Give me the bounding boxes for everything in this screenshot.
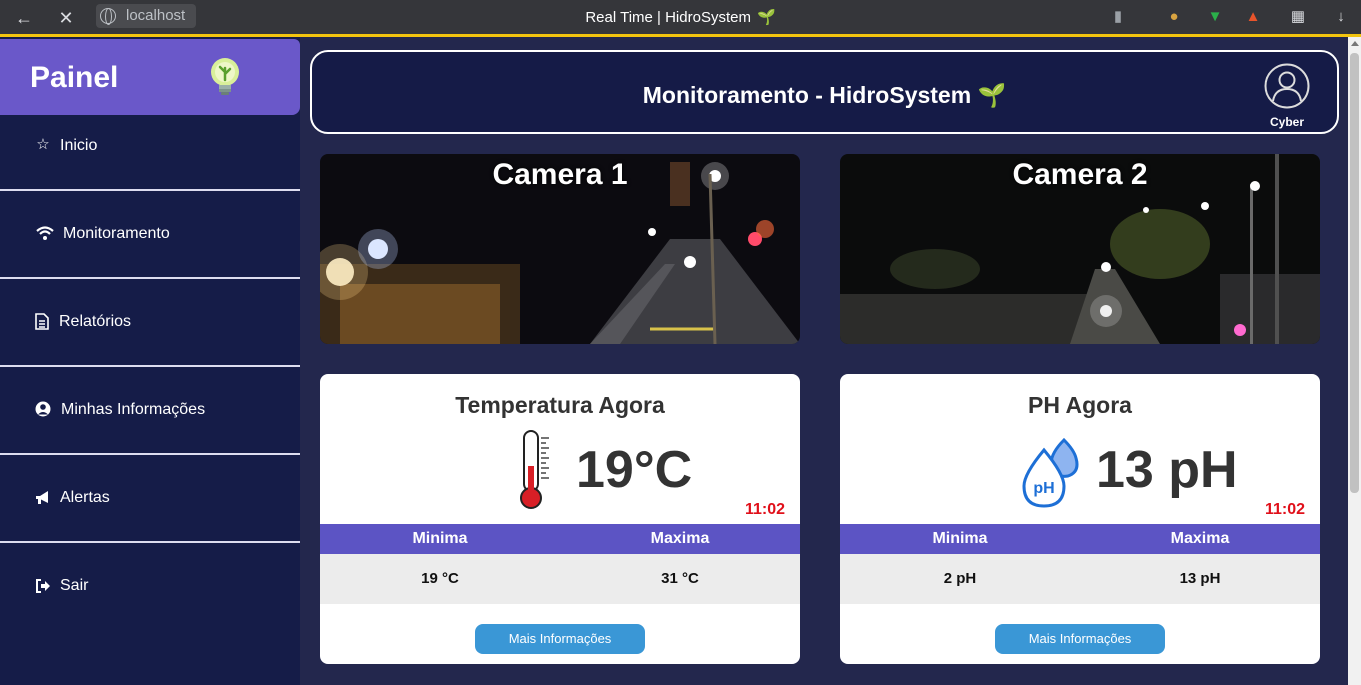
scrollbar[interactable] (1348, 37, 1361, 685)
seedling-icon: 🌱 (977, 82, 1007, 108)
sign-out-icon (36, 579, 50, 593)
camera-feed-1[interactable]: Camera 1 (320, 154, 800, 344)
scroll-thumb[interactable] (1350, 53, 1359, 493)
brand-title: Painel (30, 61, 119, 94)
max-value: 13 pH (1179, 570, 1221, 587)
sidebar-item-label: Minhas Informações (61, 401, 206, 418)
star-icon: ☆ (36, 136, 50, 153)
max-label: Maxima (1170, 530, 1230, 547)
page-header: Monitoramento - HidroSystem 🌱 Cyber (310, 50, 1339, 134)
camera-title: Camera 2 (1012, 158, 1148, 191)
extensions-icon[interactable]: ▦ (1287, 6, 1309, 28)
minmax-header: Minima Maxima (320, 524, 800, 554)
sidebar-item-sair[interactable]: Sair (0, 543, 300, 631)
temperature-card: Temperatura Agora 19°C 11:02 Minima Maxi… (320, 374, 800, 664)
sidebar-item-relatorios[interactable]: Relatórios (0, 279, 300, 367)
max-value: 31 °C (661, 570, 699, 587)
ph-card: PH Agora pH 13 pH 11:02 Minima Maxima 2 … (840, 374, 1320, 664)
minmax-values: 2 pH 13 pH (840, 554, 1320, 604)
card-title: PH Agora (1028, 392, 1132, 418)
user-name: Cyber (1269, 115, 1304, 129)
megaphone-icon (36, 491, 48, 504)
sidebar-item-label: Relatórios (59, 313, 132, 330)
page-title: Monitoramento - HidroSystem 🌱 (312, 82, 1337, 109)
reading-time: 11:02 (1264, 501, 1305, 518)
max-label: Maxima (650, 530, 710, 547)
scroll-up-arrow-icon[interactable] (1351, 41, 1359, 46)
shield-extension-icon[interactable]: ▼ (1204, 6, 1226, 28)
browser-toolbar: ← ✕ localhost Real Time | HidroSystem 🌱 ▮… (0, 0, 1361, 36)
tab-title-text: Real Time | HidroSystem (585, 9, 751, 26)
min-label: Minima (932, 530, 988, 547)
ph-reading: 13 pH (1096, 441, 1238, 499)
min-value: 19 °C (421, 570, 459, 587)
document-icon (35, 313, 49, 330)
more-info-button[interactable]: Mais Informações (475, 624, 645, 654)
temperature-reading: 19°C (576, 441, 693, 499)
thermometer-icon (520, 430, 549, 509)
sidebar-item-label: Inicio (60, 137, 98, 154)
min-label: Minima (412, 530, 468, 547)
sidebar-item-monitoramento[interactable]: Monitoramento (0, 191, 300, 279)
reading-time: 11:02 (744, 501, 785, 518)
ph-drop-icon: pH (1022, 438, 1079, 508)
min-value: 2 pH (943, 570, 977, 587)
sidebar: Painel ☆ Inicio Monitoramento Relatórios (0, 37, 300, 685)
wifi-icon (36, 226, 54, 240)
lighthouse-extension-icon[interactable]: ▲ (1242, 6, 1264, 28)
minmax-header: Minima Maxima (840, 524, 1320, 554)
sidebar-item-label: Sair (60, 577, 89, 594)
camera-title: Camera 1 (492, 158, 628, 191)
ph-icon-label: pH (1033, 480, 1054, 497)
camera-feed-2[interactable]: Camera 2 (840, 154, 1320, 344)
lightbulb-icon (211, 58, 239, 95)
page-title-text: Monitoramento - HidroSystem (642, 82, 972, 108)
avatar[interactable] (1264, 63, 1310, 109)
bookmark-icon[interactable]: ▮ (1107, 6, 1129, 28)
seedling-icon: 🌱 (756, 9, 776, 26)
sidebar-item-label: Alertas (60, 489, 110, 506)
sidebar-item-label: Monitoramento (63, 225, 170, 242)
sidebar-item-inicio[interactable]: ☆ Inicio (0, 103, 300, 191)
sidebar-item-alertas[interactable]: Alertas (0, 455, 300, 543)
download-icon[interactable]: ↓ (1330, 6, 1352, 28)
sidebar-item-minhas-informacoes[interactable]: Minhas Informações (0, 367, 300, 455)
card-title: Temperatura Agora (455, 392, 665, 418)
minmax-values: 19 °C 31 °C (320, 554, 800, 604)
user-circle-icon (35, 401, 51, 417)
more-info-button[interactable]: Mais Informações (995, 624, 1165, 654)
cookie-extension-icon[interactable]: ● (1163, 6, 1185, 28)
tab-title: Real Time | HidroSystem 🌱 (0, 8, 1361, 26)
